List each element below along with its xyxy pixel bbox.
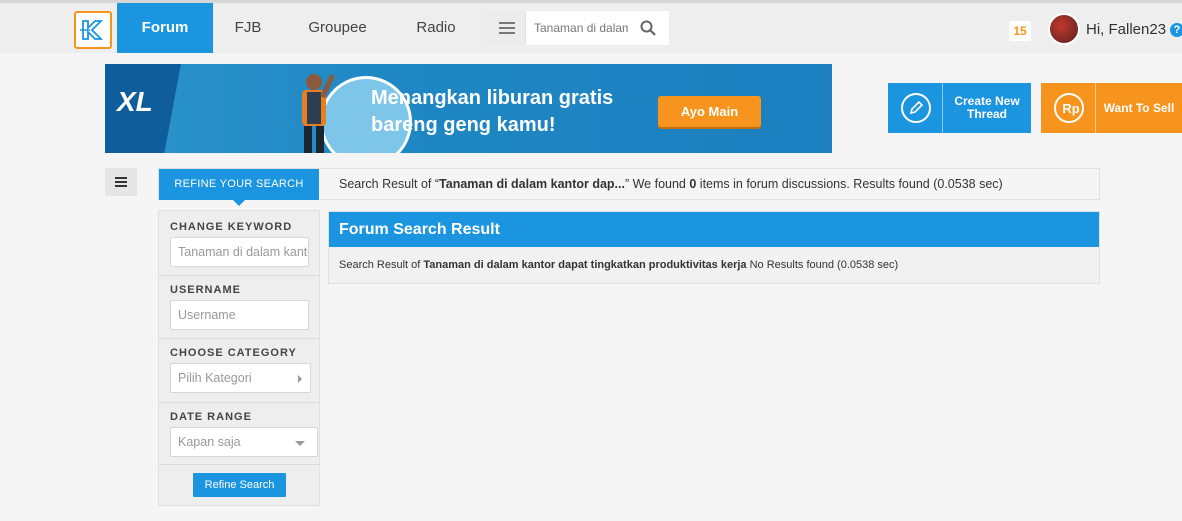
result-detail: Search Result of Tanaman di dalam kantor… bbox=[339, 259, 898, 271]
list-icon[interactable] bbox=[486, 11, 526, 45]
banner-headline: Menangkan liburan gratis bareng geng kam… bbox=[371, 85, 613, 139]
tab-groupee[interactable]: Groupee bbox=[290, 3, 385, 53]
category-select[interactable]: Pilih Kategori bbox=[170, 363, 311, 393]
summary-prefix: Search Result of “ bbox=[339, 177, 440, 191]
tab-forum[interactable]: Forum bbox=[117, 3, 213, 53]
keyword-label: CHANGE KEYWORD bbox=[170, 221, 293, 233]
create-thread-label-line-2: Thread bbox=[966, 107, 1007, 121]
divider bbox=[159, 402, 319, 403]
forum-search-result: Forum Search Result Search Result of Tan… bbox=[328, 211, 1100, 284]
chevron-right-icon bbox=[298, 375, 302, 383]
help-icon[interactable]: ? bbox=[1170, 23, 1182, 37]
search-input[interactable] bbox=[534, 11, 628, 45]
top-navigation-bar: Forum FJB Groupee Radio 15 Hi, Fallen23 … bbox=[0, 0, 1182, 53]
avatar[interactable] bbox=[1048, 13, 1080, 45]
banner-line-1: Menangkan liburan gratis bbox=[371, 87, 614, 109]
date-range-value: Kapan saja bbox=[178, 435, 241, 449]
rupiah-icon: Rp bbox=[1041, 83, 1096, 133]
refine-header-bar: REFINE YOUR SEARCH Search Result of “Tan… bbox=[158, 168, 1100, 206]
category-label: CHOOSE CATEGORY bbox=[170, 347, 297, 359]
result-title: Forum Search Result bbox=[329, 212, 1099, 247]
refine-search-tab[interactable]: REFINE YOUR SEARCH bbox=[159, 169, 319, 206]
banner-line-2: bareng geng kamu! bbox=[371, 114, 556, 136]
kaskus-logo-icon bbox=[80, 20, 104, 40]
detail-suffix: No Results found (0.0538 sec) bbox=[746, 259, 899, 271]
search-box bbox=[486, 11, 669, 45]
divider bbox=[159, 338, 319, 339]
search-icon[interactable] bbox=[640, 20, 656, 36]
refine-search-button[interactable]: Refine Search bbox=[193, 473, 286, 497]
banner-cta-button[interactable]: Ayo Main bbox=[658, 96, 761, 127]
xl-logo: XL bbox=[117, 86, 153, 117]
detail-prefix: Search Result of bbox=[339, 259, 424, 271]
refine-filter-panel: CHANGE KEYWORD Tanaman di dalam kantor d… bbox=[158, 210, 320, 506]
promo-banner[interactable]: XL Menangkan liburan gratis bareng geng … bbox=[105, 64, 832, 153]
username-input[interactable]: Username bbox=[170, 300, 309, 330]
sidebar-toggle-icon[interactable] bbox=[105, 168, 137, 196]
date-range-select[interactable]: Kapan saja bbox=[170, 427, 318, 457]
category-value: Pilih Kategori bbox=[178, 371, 252, 385]
search-summary: Search Result of “Tanaman di dalam kanto… bbox=[339, 177, 1003, 191]
divider bbox=[159, 275, 319, 276]
date-range-label: DATE RANGE bbox=[170, 411, 252, 423]
create-thread-label: Create New Thread bbox=[943, 83, 1031, 133]
create-thread-button[interactable]: Create New Thread bbox=[888, 83, 1031, 133]
username-label: USERNAME bbox=[170, 284, 241, 296]
pencil-icon bbox=[888, 83, 943, 133]
user-greeting[interactable]: Hi, Fallen23 bbox=[1086, 21, 1166, 38]
want-to-sell-label: Want To Sell bbox=[1103, 100, 1175, 115]
chevron-down-icon bbox=[295, 441, 305, 446]
summary-suffix: items in forum discussions. Results foun… bbox=[696, 177, 1003, 191]
want-to-sell-button[interactable]: Rp Want To Sell bbox=[1041, 83, 1182, 133]
divider bbox=[159, 464, 319, 465]
tab-radio[interactable]: Radio bbox=[400, 3, 472, 53]
kaskus-logo[interactable] bbox=[74, 11, 112, 49]
summary-mid: ” We found bbox=[624, 177, 690, 191]
detail-query: Tanaman di dalam kantor dapat tingkatkan… bbox=[423, 259, 747, 271]
rupiah-icon-text: Rp bbox=[1062, 101, 1080, 116]
keyword-input[interactable]: Tanaman di dalam kantor dapat tingkatkan… bbox=[170, 237, 309, 267]
tab-fjb[interactable]: FJB bbox=[213, 3, 283, 53]
person-illustration-icon bbox=[302, 74, 335, 153]
summary-query: Tanaman di dalam kantor dap... bbox=[439, 177, 625, 191]
notification-badge[interactable]: 15 bbox=[1009, 21, 1031, 41]
